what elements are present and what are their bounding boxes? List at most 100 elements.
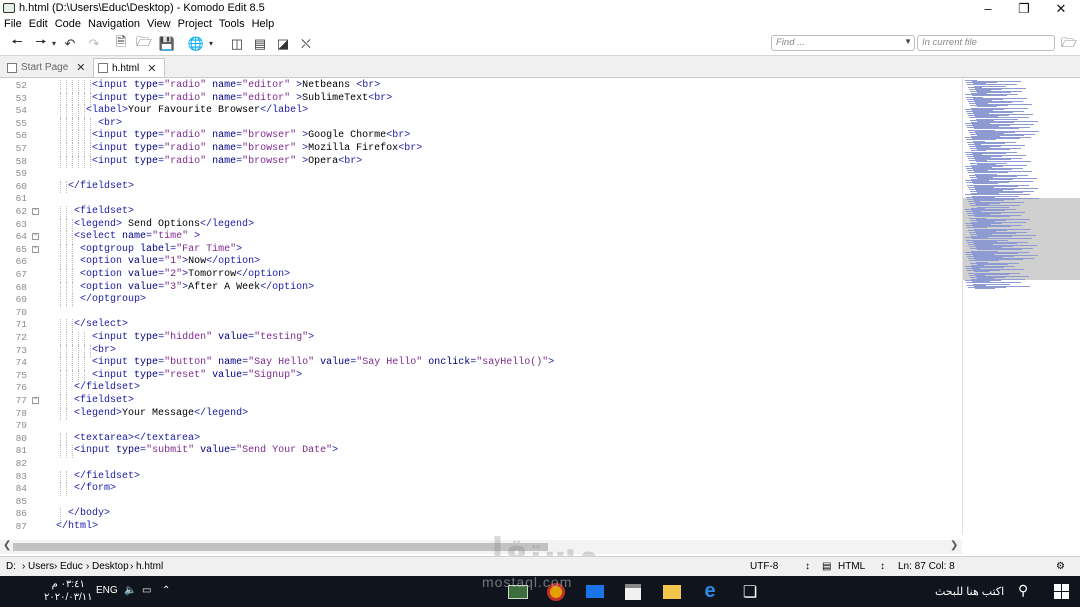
file-explorer-icon[interactable] (659, 579, 685, 604)
undo-icon[interactable]: ↶ (61, 35, 79, 52)
fold-toggle-icon[interactable]: - (32, 245, 39, 253)
scroll-right-icon[interactable]: ❯ (950, 540, 958, 551)
code-line[interactable]: 59 (0, 168, 960, 181)
windows-start-icon[interactable] (1048, 579, 1074, 604)
tab-start-page[interactable]: Start Page ✕ (3, 58, 89, 77)
close-button[interactable]: ✕ (1043, 0, 1079, 17)
code-line[interactable]: 78 <legend>Your Message</legend> (0, 407, 960, 421)
menu-file[interactable]: File (0, 17, 25, 32)
notifications-icon[interactable]: ⚙ (1056, 561, 1065, 572)
close-icon[interactable]: ✕ (147, 62, 156, 75)
fold-toggle-icon[interactable]: - (32, 397, 39, 404)
code-line[interactable]: 55 <br> (0, 117, 960, 131)
fold-toggle-icon[interactable]: - (32, 208, 39, 215)
code-line[interactable]: 62- <fieldset> (0, 206, 960, 219)
code-line[interactable]: 74 <input type="button" name="Say Hello"… (0, 357, 960, 370)
taskbar-clock[interactable]: ٠٣:٤١ م ٢٠٢٠/٠٣/١١ (44, 578, 93, 604)
code-line[interactable]: 53 <input type="radio" name="editor" >Sub… (0, 92, 960, 106)
right-pane-icon[interactable]: ◪ (274, 35, 292, 52)
path-educ[interactable]: Educ (60, 561, 83, 572)
code-text: <select name="time" > (74, 231, 201, 243)
task-view-icon[interactable]: ❏ (737, 579, 763, 604)
indent-guide (72, 369, 73, 383)
path-desktop[interactable]: Desktop (92, 561, 129, 572)
show-hidden-icons-icon[interactable]: ⌃ (162, 585, 170, 596)
open-folder-icon[interactable]: 🗁 (1060, 35, 1078, 53)
code-line[interactable]: 77- <fieldset> (0, 395, 960, 408)
path-drive[interactable]: D: (6, 561, 16, 572)
tab-h-html[interactable]: h.html ✕ (93, 58, 165, 77)
menu-project[interactable]: Project (174, 17, 215, 32)
path-users[interactable]: Users (28, 561, 54, 572)
left-pane-icon[interactable]: ◫ (228, 35, 246, 52)
close-icon[interactable]: ✕ (76, 61, 85, 74)
code-line[interactable]: 80 <textarea></textarea> (0, 432, 960, 446)
toolbox-icon[interactable]: ⛌ (297, 35, 315, 52)
language-selector[interactable]: HTML (838, 561, 865, 572)
code-line[interactable]: 76 </fieldset> (0, 382, 960, 395)
minimize-button[interactable]: – (970, 0, 1006, 17)
bottom-pane-icon[interactable]: ▤ (251, 35, 269, 52)
code-line[interactable]: 63 <legend> Send Options</legend> (0, 218, 960, 232)
preview-dropdown-icon[interactable]: ▾ (202, 35, 220, 52)
code-line[interactable]: 52 <input type="radio" name="editor" >Net… (0, 80, 960, 93)
menu-code[interactable]: Code (51, 17, 84, 32)
code-line[interactable]: 56 <input type="radio" name="browser" >Go… (0, 130, 960, 143)
language-updown-icon[interactable]: ↕ (880, 561, 885, 572)
back-arrow-icon[interactable]: 🠔 (8, 34, 26, 52)
code-line[interactable]: 70 (0, 307, 960, 320)
menu-help[interactable]: Help (248, 17, 278, 32)
code-line[interactable]: 67 <option value="2">Tomorrow</option> (0, 269, 960, 282)
code-line[interactable]: 57 <input type="radio" name="browser" >Mo… (0, 143, 960, 156)
find-dropdown-icon[interactable]: ▼ (904, 37, 912, 46)
code-line[interactable]: 73 <br> (0, 344, 960, 358)
code-text: <br> (92, 344, 117, 356)
minimap[interactable] (962, 78, 1080, 534)
code-line[interactable]: 75 <input type="reset" value="Signup"> (0, 369, 960, 383)
fold-toggle-icon[interactable]: - (32, 233, 39, 241)
input-language[interactable]: ENG (96, 585, 118, 596)
code-line[interactable]: 86 </body> (0, 508, 960, 521)
code-line[interactable]: 82 (0, 458, 960, 471)
menu-edit[interactable]: Edit (25, 17, 51, 32)
code-line[interactable]: 60 </fieldset> (0, 180, 960, 194)
code-line[interactable]: 72 <input type="hidden" value="testing"> (0, 332, 960, 345)
menu-navigation[interactable]: Navigation (84, 17, 143, 32)
path-file[interactable]: h.html (136, 561, 163, 572)
encoding-selector[interactable]: UTF-8 (750, 561, 778, 572)
battery-icon[interactable]: ▭ (142, 585, 151, 596)
volume-icon[interactable]: 🔈 (124, 585, 136, 596)
open-folder-icon[interactable]: 🗁 (135, 34, 153, 52)
code-line[interactable]: 68 <option value="3">After A Week</optio… (0, 281, 960, 295)
taskbar-search[interactable]: اكتب هنا للبحث ⚲ (880, 576, 1040, 607)
code-line[interactable]: 58 <input type="radio" name="browser" >Op… (0, 155, 960, 169)
mail-icon[interactable] (582, 579, 608, 604)
code-line[interactable]: 84 </form> (0, 483, 960, 496)
horizontal-scroll-thumb[interactable] (13, 543, 548, 551)
code-line[interactable]: 66 <option value="1">Now</option> (0, 256, 960, 269)
code-line[interactable]: 61 (0, 193, 960, 206)
store-icon[interactable] (620, 579, 646, 604)
code-line[interactable]: 65- <optgroup label="Far Time"> (0, 243, 960, 257)
menu-view[interactable]: View (143, 17, 174, 32)
find-input[interactable]: Find ... ▼ (771, 35, 915, 51)
code-line[interactable]: 83 </fieldset> (0, 470, 960, 484)
code-line[interactable]: 81 <input type="submit" value="Send Your … (0, 445, 960, 458)
code-line[interactable]: 64- <select name="time" > (0, 231, 960, 244)
redo-icon[interactable]: ↷ (85, 35, 103, 52)
code-line[interactable]: 79 (0, 420, 960, 433)
edge-icon[interactable]: e (697, 579, 723, 604)
code-text: <input type="radio" name="browser" >Goog… (92, 130, 411, 142)
scroll-left-icon[interactable]: ❮ (3, 540, 11, 551)
code-line[interactable]: 54 <label>Your Favourite Browser</label> (0, 105, 960, 118)
code-editor[interactable]: 52 <input type="radio" name="editor" >Net… (0, 78, 960, 534)
code-line[interactable]: 71 </select> (0, 319, 960, 332)
menu-tools[interactable]: Tools (215, 17, 248, 32)
encoding-updown-icon[interactable]: ↕ (805, 561, 810, 572)
code-line[interactable]: 85 (0, 496, 960, 509)
search-scope-field[interactable]: In current file (917, 35, 1055, 51)
save-icon[interactable]: 💾 (158, 35, 176, 52)
code-line[interactable]: 69 </optgroup> (0, 294, 960, 307)
restore-button[interactable]: ❐ (1006, 0, 1042, 17)
new-file-icon[interactable]: 🗎 (112, 34, 130, 52)
